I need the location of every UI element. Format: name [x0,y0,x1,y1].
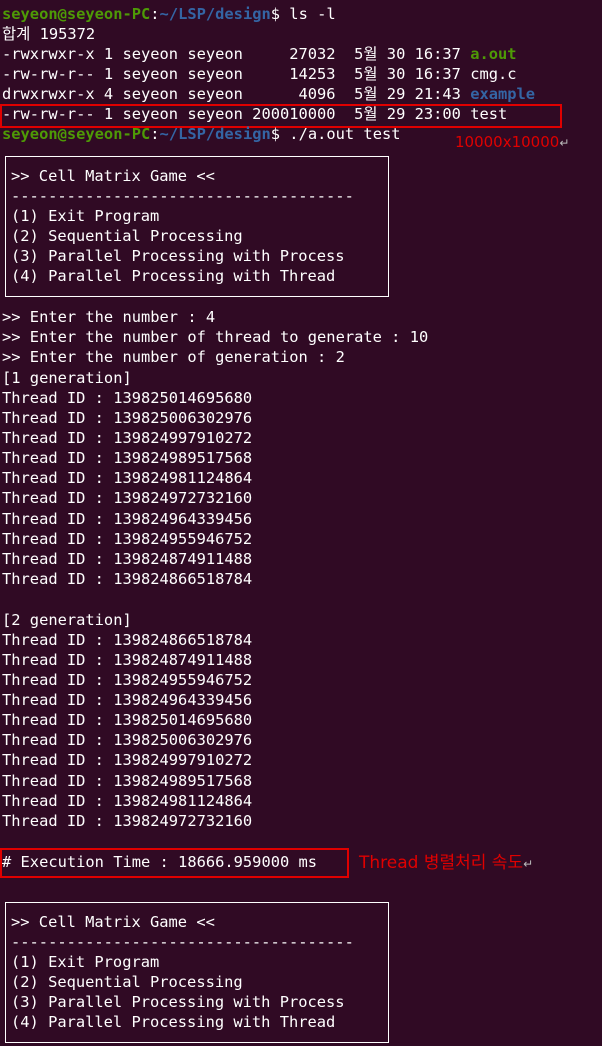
thread-id-line: Thread ID : 139824874911488 [2,651,253,669]
menu-item: (2) Sequential Processing [11,227,243,245]
thread-id-line: Thread ID : 139824981124864 [2,792,253,810]
thread-id-line: Thread ID : 139825014695680 [2,711,253,729]
thread-speed-annotation: Thread 병렬처리 속도↵ [359,852,533,875]
thread-id-line: Thread ID : 139824866518784 [2,631,253,649]
thread-id-line: Thread ID : 139824997910272 [2,429,253,447]
prompt-path: ~/LSP/design [159,125,271,143]
prompt-symbol: $ [270,125,290,143]
menu-divider: ------------------------------------- [11,187,354,205]
return-mark-icon: ↵ [559,136,570,150]
ls-row-meta: -rw-rw-r-- 1 seyeon seyeon 14253 5월 30 1… [2,65,471,83]
ls-row-name: cmg.c [470,65,517,83]
prompt-user: seyeon@seyeon-PC [2,5,151,23]
menu-title: >> Cell Matrix Game << [11,913,215,931]
thread-id-line: Thread ID : 139824989517568 [2,772,253,790]
menu-item: (3) Parallel Processing with Process [11,247,345,265]
generation-header: [1 generation] [2,369,132,387]
menu-item: (4) Parallel Processing with Thread [11,1013,336,1031]
generation-header: [2 generation] [2,611,132,629]
thread-id-line: Thread ID : 139825006302976 [2,731,253,749]
menu-item: (4) Parallel Processing with Thread [11,267,336,285]
thread-id-line: Thread ID : 139824955946752 [2,671,253,689]
ls-row: -rwxrwxr-x 1 seyeon seyeon 27032 5월 30 1… [2,44,517,64]
thread-id-line: Thread ID : 139824972732160 [2,489,253,507]
execution-time-highlight-box [0,848,349,878]
annotation-text: 10000x10000 [455,133,560,151]
thread-id-line: Thread ID : 139824964339456 [2,510,253,528]
prompt-user: seyeon@seyeon-PC [2,125,151,143]
prompt-separator: : [150,125,160,143]
menu-item: (2) Sequential Processing [11,973,243,991]
shell-prompt-1: seyeon@seyeon-PC:~/LSP/design$ ls -l [2,4,336,24]
thread-id-line: Thread ID : 139824972732160 [2,812,253,830]
menu-title: >> Cell Matrix Game << [11,167,215,185]
menu-divider: ------------------------------------- [11,933,354,951]
ls-row-meta: -rwxrwxr-x 1 seyeon seyeon 27032 5월 30 1… [2,45,471,63]
ls-total-line: 합계 195372 [2,25,96,43]
ls-row-meta: drwxrwxr-x 4 seyeon seyeon 4096 5월 29 21… [2,85,471,103]
thread-id-line: Thread ID : 139824989517568 [2,449,253,467]
menu-item: (1) Exit Program [11,953,160,971]
command-text: ./a.out test [289,125,401,143]
menu-item: (1) Exit Program [11,207,160,225]
prompt-symbol: $ [270,5,290,23]
thread-id-line: Thread ID : 139825014695680 [2,389,253,407]
menu-item: (3) Parallel Processing with Process [11,993,345,1011]
prompt-separator: : [150,5,160,23]
thread-id-line: Thread ID : 139824997910272 [2,751,253,769]
matrix-size-annotation: 10000x10000↵ [455,132,569,153]
thread-id-line: Thread ID : 139824866518784 [2,570,253,588]
thread-id-line: Thread ID : 139824964339456 [2,691,253,709]
thread-id-line: Thread ID : 139824874911488 [2,550,253,568]
ls-row-name: example [470,85,536,103]
command-text: ls -l [289,5,336,23]
input-prompt-generations: >> Enter the number of generation : 2 [2,348,345,366]
prompt-path: ~/LSP/design [159,5,271,23]
shell-prompt-2: seyeon@seyeon-PC:~/LSP/design$ ./a.out t… [2,124,401,144]
return-mark-icon: ↵ [523,857,534,871]
ls-row: drwxrwxr-x 4 seyeon seyeon 4096 5월 29 21… [2,84,535,104]
input-prompt-number: >> Enter the number : 4 [2,308,216,326]
input-prompt-threads: >> Enter the number of thread to generat… [2,328,429,346]
ls-row-name: a.out [470,45,517,63]
ls-row: -rw-rw-r-- 1 seyeon seyeon 14253 5월 30 1… [2,64,517,84]
thread-id-line: Thread ID : 139824955946752 [2,530,253,548]
thread-id-line: Thread ID : 139824981124864 [2,469,253,487]
annotation-text: Thread 병렬처리 속도 [359,853,524,873]
thread-id-line: Thread ID : 139825006302976 [2,409,253,427]
